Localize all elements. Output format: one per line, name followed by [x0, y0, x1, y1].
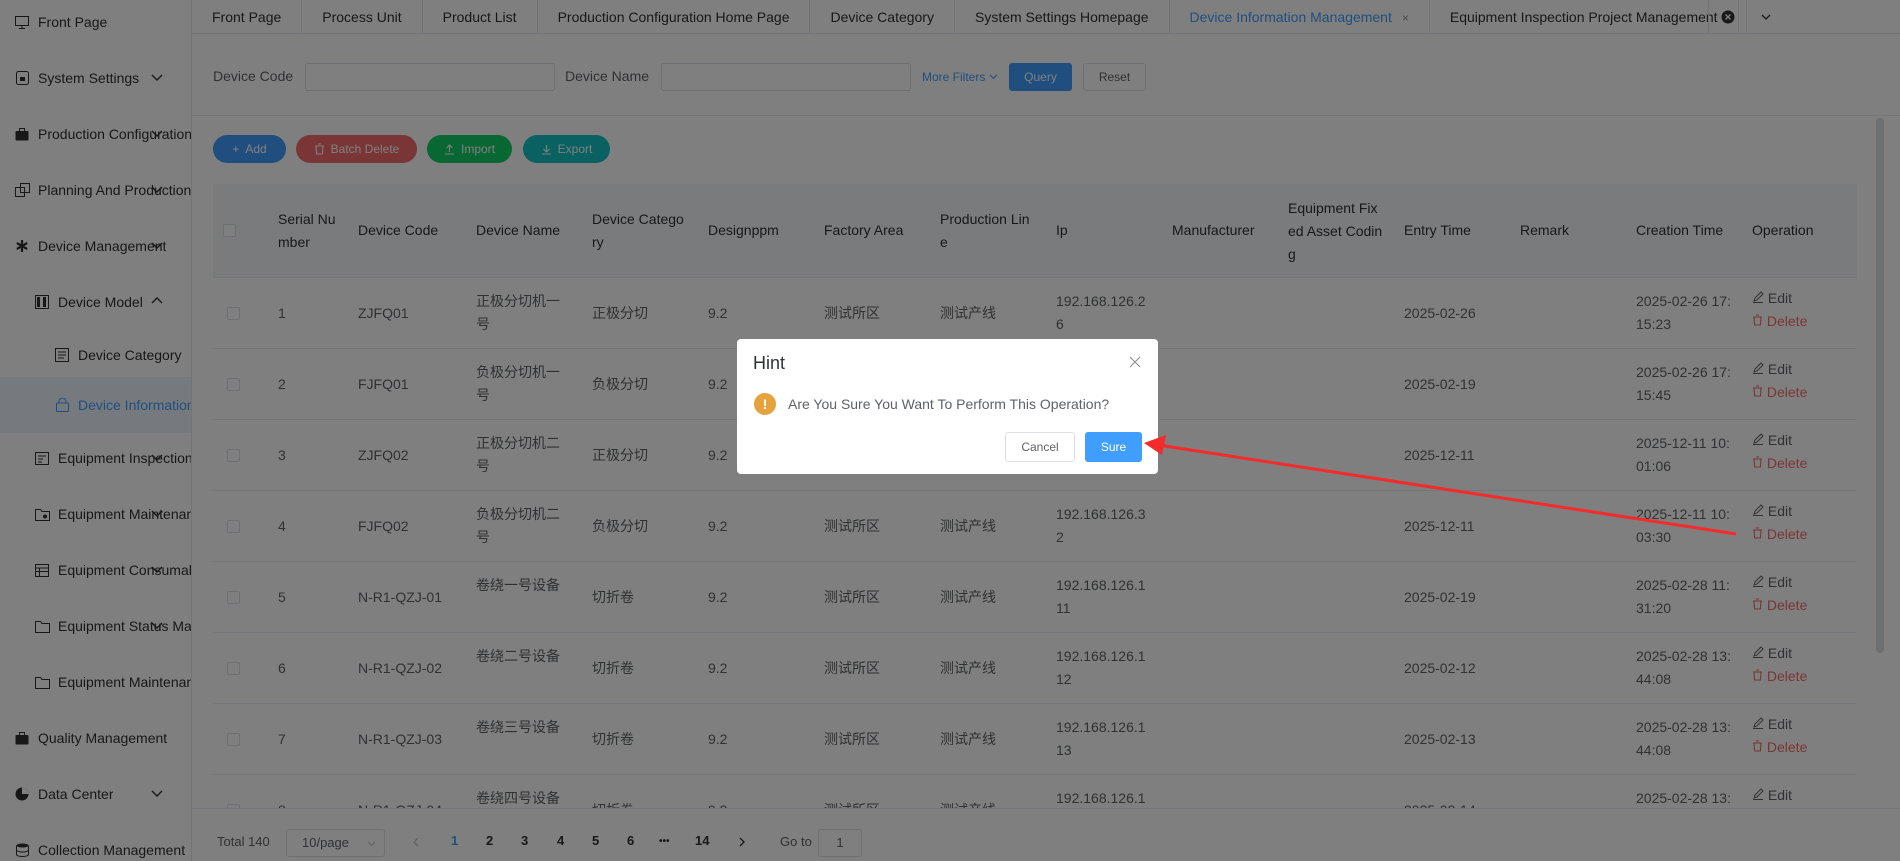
annotation-arrow [1144, 435, 1737, 536]
arrow-shaft [1157, 443, 1737, 536]
arrow-head [1144, 435, 1166, 455]
